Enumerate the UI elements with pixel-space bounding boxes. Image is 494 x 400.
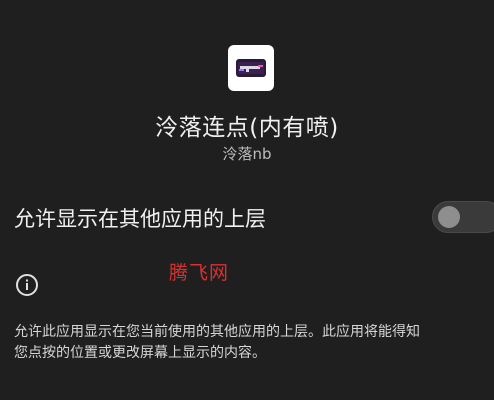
app-name: 泠落连点(内有喷) (155, 115, 339, 141)
app-package-name: 泠落nb (222, 145, 272, 163)
overlay-permission-toggle[interactable] (432, 201, 494, 233)
overlay-permission-label: 允许显示在其他应用的上层 (14, 207, 266, 231)
toggle-knob (438, 206, 460, 228)
gun-logo-icon (238, 62, 264, 74)
watermark-text: 腾飞网 (169, 262, 230, 284)
permission-description: 允许此应用显示在您当前使用的其他应用的上层。此应用将能得知 您点按的位置或更改屏… (14, 324, 420, 361)
overlay-permission-row[interactable]: 允许显示在其他应用的上层 (0, 192, 494, 242)
app-logo-graphic (236, 59, 266, 77)
app-logo-icon (228, 45, 274, 91)
info-icon (16, 274, 38, 296)
